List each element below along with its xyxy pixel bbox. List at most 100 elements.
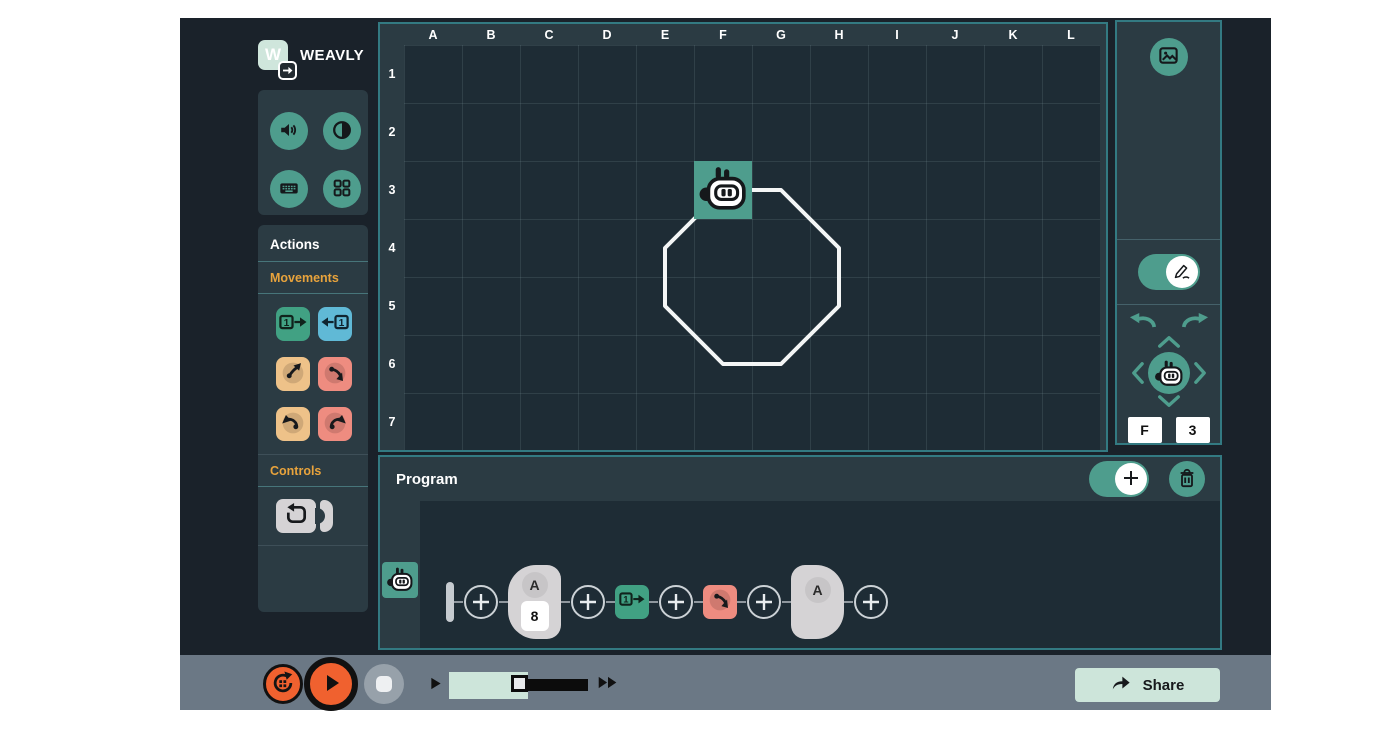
program-header: Program xyxy=(380,457,1220,501)
loop-block[interactable] xyxy=(276,499,316,533)
page: W WEAVLY xyxy=(0,0,1396,736)
pen-toggle[interactable] xyxy=(1138,254,1200,290)
move-up-button[interactable] xyxy=(1156,335,1182,351)
utility-panel xyxy=(258,90,368,215)
connector xyxy=(737,601,746,604)
turn-right-45-step-block[interactable] xyxy=(703,585,737,619)
forward-1-block[interactable]: 1 xyxy=(276,307,310,341)
stop-button[interactable] xyxy=(364,664,404,704)
robot-character-tab[interactable] xyxy=(382,562,418,598)
audio-toggle-button[interactable] xyxy=(270,112,308,150)
speed-slider-thumb[interactable] xyxy=(511,675,528,692)
backward-1-block[interactable]: 1 xyxy=(318,307,352,341)
column-label: H xyxy=(810,24,868,45)
add-step-button-1[interactable] xyxy=(463,584,499,620)
column-headers: A B C D E F G H I J K L xyxy=(404,24,1100,45)
scene-background-section xyxy=(1117,22,1220,240)
turn-left-45-icon xyxy=(277,357,309,392)
forward-1-step-block[interactable]: 1 xyxy=(615,585,649,619)
add-node-toggle[interactable] xyxy=(1089,461,1149,497)
blocks-grid-icon xyxy=(331,177,353,202)
row-headers: 1 2 3 4 5 6 7 xyxy=(380,45,404,451)
turn-right-45-block[interactable] xyxy=(318,357,352,391)
connector xyxy=(499,601,508,604)
program-header-controls xyxy=(1089,461,1220,497)
pen-icon xyxy=(1172,261,1192,284)
column-label: L xyxy=(1042,24,1100,45)
column-label: F xyxy=(694,24,752,45)
undo-redo-row xyxy=(1117,311,1220,331)
column-label: D xyxy=(578,24,636,45)
arrow-badge-icon xyxy=(278,61,297,80)
loop-end-block[interactable]: A xyxy=(791,565,844,639)
play-icon xyxy=(318,670,344,699)
delete-all-button[interactable] xyxy=(1169,461,1205,497)
connector xyxy=(561,601,570,604)
program-start-indicator xyxy=(446,582,454,622)
robot-icon xyxy=(698,166,748,215)
forward-1-icon: 1 xyxy=(279,312,307,336)
chevron-up-icon xyxy=(1156,336,1182,351)
share-button[interactable]: Share xyxy=(1075,668,1220,702)
move-left-button[interactable] xyxy=(1131,360,1144,389)
row-label: 6 xyxy=(380,335,404,393)
turn-left-45-block[interactable] xyxy=(276,357,310,391)
row-label: 5 xyxy=(380,277,404,335)
scene-background-icon xyxy=(1157,44,1180,70)
movement-block-palette: 1 1 xyxy=(258,294,368,454)
add-node-knob xyxy=(1115,463,1147,495)
column-label: J xyxy=(926,24,984,45)
control-block-palette xyxy=(258,487,368,545)
chevron-down-icon xyxy=(1156,396,1182,411)
row-label: 3 xyxy=(380,161,404,219)
contrast-icon xyxy=(331,119,353,144)
actions-panel: Actions Movements 1 1 xyxy=(258,225,368,612)
backward-1-icon: 1 xyxy=(321,312,349,336)
column-label: C xyxy=(520,24,578,45)
share-icon xyxy=(1111,675,1131,696)
position-column-input[interactable] xyxy=(1128,417,1162,443)
turn-left-90-block[interactable] xyxy=(276,407,310,441)
connector xyxy=(649,601,658,604)
move-down-button[interactable] xyxy=(1156,395,1182,411)
loop-iterations-input[interactable] xyxy=(521,601,549,631)
connector xyxy=(454,601,463,604)
column-label: K xyxy=(984,24,1042,45)
contrast-toggle-button[interactable] xyxy=(323,112,361,150)
add-step-button-5[interactable] xyxy=(853,584,889,620)
undo-button[interactable] xyxy=(1129,311,1157,331)
keyboard-shortcuts-button[interactable] xyxy=(270,170,308,208)
keyboard-icon xyxy=(278,177,300,202)
block-options-button[interactable] xyxy=(323,170,361,208)
add-step-button-3[interactable] xyxy=(658,584,694,620)
fast-speed-icon xyxy=(597,676,619,694)
column-label: I xyxy=(868,24,926,45)
refresh-icon xyxy=(271,671,295,698)
refresh-scene-button[interactable] xyxy=(263,664,303,704)
turn-right-90-block[interactable] xyxy=(318,407,352,441)
robot-character-cell xyxy=(694,161,752,219)
play-button[interactable] xyxy=(304,657,358,711)
playback-bar: Share xyxy=(180,655,1271,710)
trash-icon xyxy=(1177,467,1197,492)
controls-heading: Controls xyxy=(258,455,368,486)
redo-button[interactable] xyxy=(1181,311,1209,331)
move-right-button[interactable] xyxy=(1194,360,1207,389)
share-label: Share xyxy=(1143,677,1185,694)
row-label: 7 xyxy=(380,393,404,451)
row-label: 4 xyxy=(380,219,404,277)
row-label: 1 xyxy=(380,45,404,103)
speaker-icon xyxy=(278,119,300,144)
loop-end-bracket[interactable] xyxy=(320,500,333,532)
position-row-input[interactable] xyxy=(1176,417,1210,443)
program-sequence: A 1 xyxy=(446,564,889,640)
scene-background-button[interactable] xyxy=(1150,38,1188,76)
add-step-button-2[interactable] xyxy=(570,584,606,620)
actions-heading: Actions xyxy=(258,225,368,261)
add-step-button-4[interactable] xyxy=(746,584,782,620)
loop-end-label: A xyxy=(805,577,831,603)
loop-start-block[interactable]: A xyxy=(508,565,561,639)
turn-left-90-icon xyxy=(277,407,309,442)
move-character-dpad xyxy=(1131,335,1207,411)
position-inputs xyxy=(1117,417,1220,443)
